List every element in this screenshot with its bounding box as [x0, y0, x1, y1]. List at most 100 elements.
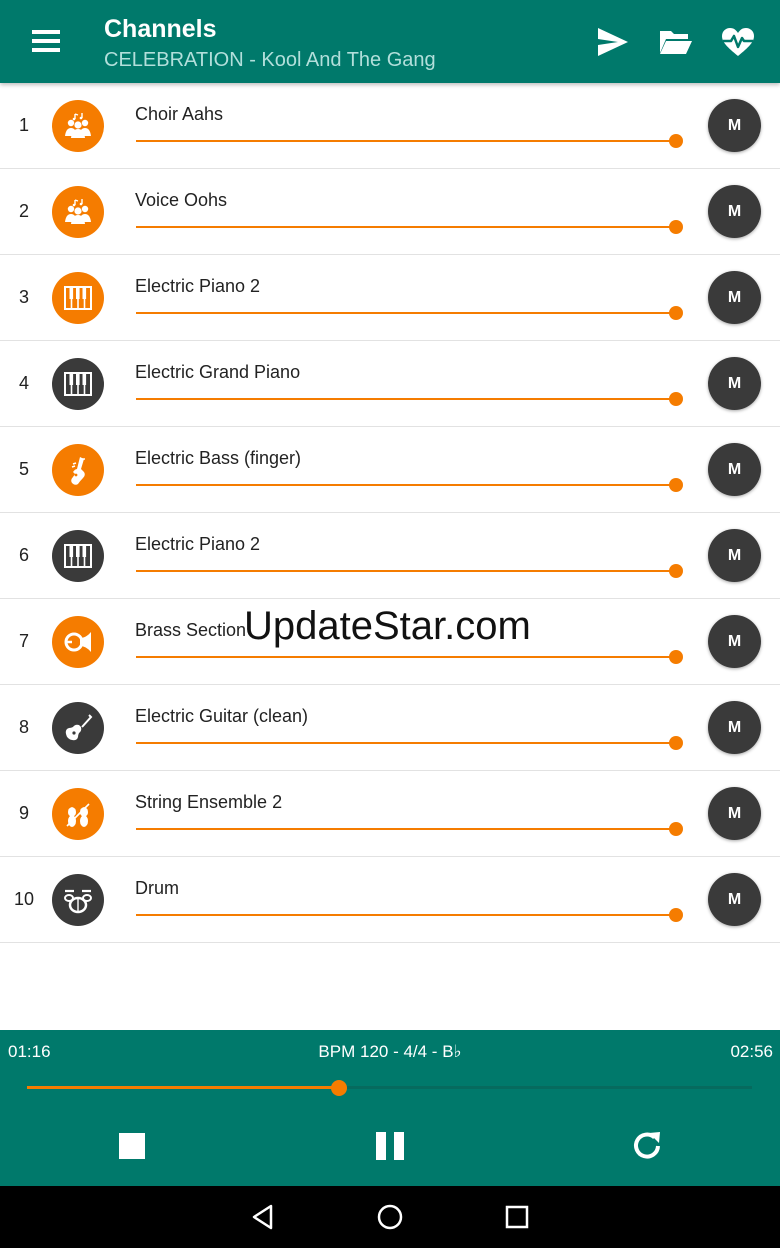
channel-row: 1 Choir Aahs M [0, 83, 780, 169]
volume-slider[interactable] [136, 478, 683, 492]
channel-number: 2 [18, 201, 29, 221]
progress-fill [27, 1086, 340, 1089]
guitar-instrument-icon[interactable] [52, 702, 104, 754]
channel-row: 6 Electric Piano 2 M [0, 513, 780, 599]
home-icon[interactable] [374, 1201, 406, 1233]
total-time: 02:56 [730, 1042, 773, 1061]
horn-instrument-icon[interactable] [52, 616, 104, 668]
title-block: Channels CELEBRATION - Kool And The Gang [104, 14, 436, 73]
mute-button[interactable]: M [708, 357, 761, 410]
channel-number: 3 [18, 287, 29, 307]
channel-name: Brass Section [135, 620, 247, 640]
back-icon[interactable] [247, 1201, 279, 1233]
volume-track [136, 226, 676, 228]
volume-thumb[interactable] [669, 306, 683, 320]
mute-button[interactable]: M [708, 787, 761, 840]
volume-thumb[interactable] [669, 392, 683, 406]
channel-row: 2 Voice Oohs M [0, 169, 780, 255]
volume-track [136, 828, 676, 830]
volume-slider[interactable] [136, 134, 683, 148]
channel-name: Choir Aahs [135, 104, 224, 124]
channel-name: String Ensemble 2 [135, 792, 283, 812]
channel-name: Drum [135, 878, 179, 898]
volume-thumb[interactable] [669, 822, 683, 836]
recents-icon[interactable] [501, 1201, 533, 1233]
strings-instrument-icon[interactable] [52, 788, 104, 840]
page-title: Channels [104, 15, 217, 43]
volume-track [136, 570, 676, 572]
mute-button[interactable]: M [708, 443, 761, 496]
channel-row: 8 Electric Guitar (clean) M [0, 685, 780, 771]
song-subtitle: CELEBRATION - Kool And The Gang [104, 49, 436, 71]
mute-button[interactable]: M [708, 615, 761, 668]
piano-instrument-icon[interactable] [52, 358, 104, 410]
mute-button[interactable]: M [708, 185, 761, 238]
channel-row: 5 Electric Bass (finger) M [0, 427, 780, 513]
channel-number: 9 [18, 803, 29, 823]
bass-instrument-icon[interactable] [52, 444, 104, 496]
channel-number: 1 [18, 115, 29, 135]
heart-pulse-icon[interactable] [719, 24, 757, 60]
volume-thumb[interactable] [669, 564, 683, 578]
repeat-icon[interactable] [629, 1128, 665, 1164]
channel-name: Electric Bass (finger) [135, 448, 302, 468]
player-bar: 01:16 BPM 120 - 4/4 - B♭ 02:56 [0, 1030, 780, 1186]
choir-instrument-icon[interactable] [52, 100, 104, 152]
volume-slider[interactable] [136, 908, 683, 922]
channel-row: 9 String Ensemble 2 M [0, 771, 780, 857]
menu-icon[interactable] [28, 26, 64, 56]
app-bar: Channels CELEBRATION - Kool And The Gang [0, 0, 780, 83]
send-icon[interactable] [594, 24, 632, 60]
volume-thumb[interactable] [669, 478, 683, 492]
volume-thumb[interactable] [669, 650, 683, 664]
mute-button[interactable]: M [708, 99, 761, 152]
volume-thumb[interactable] [669, 908, 683, 922]
channel-list: 1 Choir Aahs M 2 Voice Oohs M 3 Electric Piano … [0, 83, 780, 943]
channel-number: 4 [18, 373, 29, 393]
volume-slider[interactable] [136, 564, 683, 578]
mute-button[interactable]: M [708, 271, 761, 324]
channel-number: 5 [18, 459, 29, 479]
progress-thumb[interactable] [331, 1080, 348, 1096]
volume-slider[interactable] [136, 306, 683, 320]
volume-track [136, 656, 676, 658]
channel-number: 8 [18, 717, 29, 737]
folder-open-icon[interactable] [656, 24, 694, 60]
piano-instrument-icon[interactable] [52, 530, 104, 582]
volume-track [136, 914, 676, 916]
mute-button[interactable]: M [708, 701, 761, 754]
stop-icon[interactable] [114, 1128, 150, 1164]
channel-row: 10 Drum M [0, 857, 780, 943]
channel-number: 7 [18, 631, 29, 651]
volume-slider[interactable] [136, 650, 683, 664]
playback-progress-slider[interactable] [27, 1080, 752, 1096]
piano-instrument-icon[interactable] [52, 272, 104, 324]
volume-slider[interactable] [136, 736, 683, 750]
volume-track [136, 312, 676, 314]
volume-slider[interactable] [136, 392, 683, 406]
system-nav-bar [0, 1186, 780, 1248]
volume-track [136, 742, 676, 744]
volume-track [136, 398, 676, 400]
volume-slider[interactable] [136, 822, 683, 836]
channel-row: 7 Brass Section M [0, 599, 780, 685]
volume-slider[interactable] [136, 220, 683, 234]
channel-number: 10 [13, 889, 35, 909]
pause-icon[interactable] [372, 1128, 408, 1164]
volume-track [136, 140, 676, 142]
volume-thumb[interactable] [669, 134, 683, 148]
volume-thumb[interactable] [669, 736, 683, 750]
drum-instrument-icon[interactable] [52, 874, 104, 926]
channel-name: Electric Guitar (clean) [135, 706, 309, 726]
channel-name: Electric Piano 2 [135, 276, 261, 296]
song-info: BPM 120 - 4/4 - B♭ [318, 1042, 462, 1061]
volume-track [136, 484, 676, 486]
mute-button[interactable]: M [708, 529, 761, 582]
channel-row: 4 Electric Grand Piano M [0, 341, 780, 427]
mute-button[interactable]: M [708, 873, 761, 926]
channel-name: Electric Piano 2 [135, 534, 261, 554]
channel-name: Electric Grand Piano [135, 362, 301, 382]
choir-instrument-icon[interactable] [52, 186, 104, 238]
channel-number: 6 [18, 545, 29, 565]
volume-thumb[interactable] [669, 220, 683, 234]
